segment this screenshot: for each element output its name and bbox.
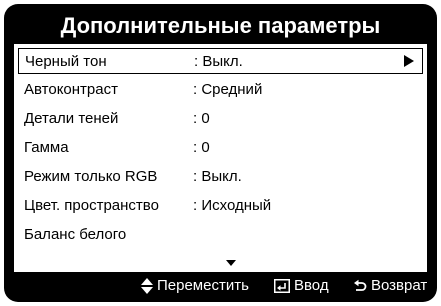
menu-item-rgb-only-mode[interactable]: Режим только RGB : Выкл. (18, 164, 423, 190)
menu-item-label: Режим только RGB (24, 168, 158, 185)
menu-item-value: : 0 (193, 110, 210, 127)
menu-item-label: Черный тон (25, 53, 107, 70)
hint-enter-label: Ввод (294, 277, 329, 294)
menu-item-label: Цвет. пространство (24, 197, 159, 214)
menu-item-label: Детали теней (24, 110, 119, 127)
menu-item-gamma[interactable]: Гамма : 0 (18, 135, 423, 161)
enter-icon (274, 278, 290, 293)
hint-return: Возврат (353, 277, 427, 294)
hint-move-label: Переместить (157, 277, 249, 294)
menu-item-value: : Выкл. (193, 168, 242, 185)
menu-item-label: Автоконтраст (24, 81, 118, 98)
menu-item-white-balance[interactable]: Баланс белого (18, 222, 423, 248)
triangle-down-icon (226, 260, 236, 266)
footer-hints: Переместить Ввод Возврат (4, 274, 437, 298)
menu-item-black-tone[interactable]: Черный тон : Выкл. (18, 48, 423, 74)
menu-item-auto-contrast[interactable]: Автоконтраст : Средний (18, 77, 423, 103)
menu-item-label: Гамма (24, 139, 69, 156)
menu-item-label: Баланс белого (24, 226, 127, 243)
menu-item-shadow-detail[interactable]: Детали теней : 0 (18, 106, 423, 132)
hint-enter: Ввод (274, 277, 329, 294)
menu-window: Дополнительные параметры Черный тон : Вы… (4, 4, 437, 302)
menu-title: Дополнительные параметры (60, 13, 381, 38)
up-down-arrows-icon (141, 277, 153, 294)
menu-item-value: : 0 (193, 139, 210, 156)
menu-item-color-space[interactable]: Цвет. пространство : Исходный (18, 193, 423, 219)
menu-item-value: : Исходный (193, 197, 272, 214)
triangle-right-icon (404, 55, 414, 67)
hint-move: Переместить (141, 277, 249, 294)
menu-list: Черный тон : Выкл. Автоконтраст : Средни… (14, 44, 427, 272)
menu-item-value: : Средний (193, 81, 263, 98)
menu-item-value: : Выкл. (194, 53, 243, 70)
hint-return-label: Возврат (371, 277, 428, 294)
return-icon (354, 279, 367, 291)
